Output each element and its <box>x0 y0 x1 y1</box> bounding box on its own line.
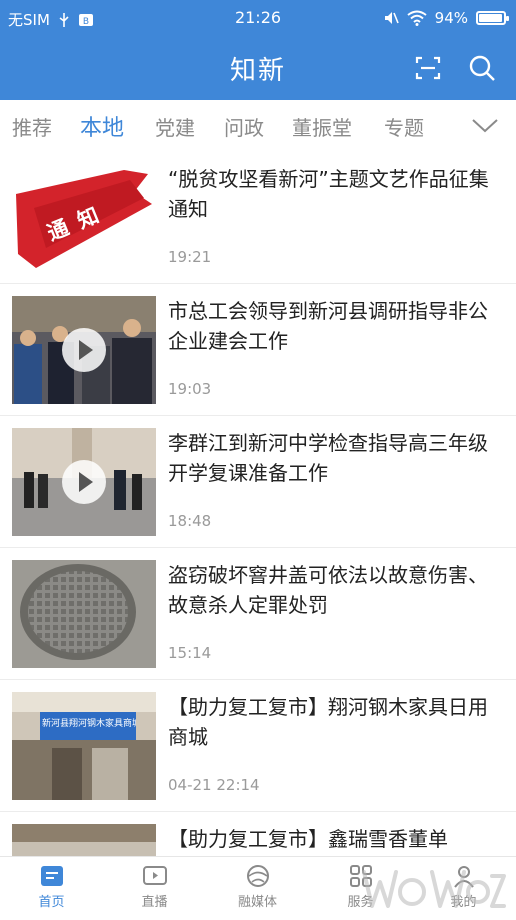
news-item[interactable]: 盗窃破坏窨井盖可依法以故意伤害、故意杀人定罪处罚 15:14 <box>0 548 516 680</box>
news-item[interactable]: 新河县翔河钢木家具商城 【助力复工复市】翔河钢木家具日用商城 04-21 22:… <box>0 680 516 812</box>
news-time: 15:14 <box>168 644 212 662</box>
bottom-tab-media[interactable]: 融媒体 <box>206 857 309 920</box>
news-title: 李群江到新河中学检查指导高三年级开学复课准备工作 <box>168 431 488 485</box>
play-icon <box>62 328 106 372</box>
news-title: 市总工会领导到新河县调研指导非公企业建会工作 <box>168 299 488 353</box>
bottom-tab-home[interactable]: 首页 <box>0 857 103 920</box>
status-right: 94% <box>383 9 509 27</box>
bottom-tab-label: 直播 <box>141 895 168 910</box>
news-item[interactable]: 市总工会领导到新河县调研指导非公企业建会工作 19:03 <box>0 284 516 416</box>
news-item[interactable]: 李群江到新河中学检查指导高三年级开学复课准备工作 18:48 <box>0 416 516 548</box>
news-title: 【助力复工复市】翔河钢木家具日用商城 <box>168 695 488 749</box>
tab-topics[interactable]: 专题 <box>384 112 424 141</box>
news-title: 盗窃破坏窨井盖可依法以故意伤害、故意杀人定罪处罚 <box>168 563 488 617</box>
top-nav-bar: 知新 <box>0 36 516 100</box>
news-thumbnail: 通 知 <box>12 164 156 272</box>
battery-percent: 94% <box>434 9 468 27</box>
bottom-tab-label: 融媒体 <box>237 895 277 910</box>
bottom-tab-live[interactable]: 直播 <box>103 857 206 920</box>
live-icon <box>142 866 167 885</box>
home-icon <box>40 866 63 886</box>
news-title: 【助力复工复市】鑫瑞雪香董单 <box>168 827 448 851</box>
store-sign-text: 新河县翔河钢木家具商城 <box>42 719 136 729</box>
news-time: 19:21 <box>168 248 212 266</box>
search-icon[interactable] <box>468 54 496 82</box>
bottom-tab-label: 首页 <box>38 895 65 910</box>
tab-inquiry[interactable]: 问政 <box>224 112 264 141</box>
chevron-down-icon[interactable] <box>470 114 500 136</box>
news-thumbnail <box>12 428 156 536</box>
media-icon <box>246 865 269 887</box>
news-time: 19:03 <box>168 380 212 398</box>
battery-fill <box>479 14 502 22</box>
news-thumbnail <box>12 560 156 668</box>
news-thumbnail: 新河县翔河钢木家具商城 <box>12 692 156 800</box>
tab-dong-zhentang[interactable]: 董振堂 <box>292 112 352 141</box>
status-bar: 无SIM B 21:26 94% <box>0 0 516 36</box>
news-time: 18:48 <box>168 512 212 530</box>
scan-icon[interactable] <box>414 54 442 82</box>
battery-icon <box>476 11 509 25</box>
news-thumbnail <box>12 296 156 404</box>
tab-party-building[interactable]: 党建 <box>155 112 195 141</box>
watermark-logo <box>362 870 506 908</box>
news-item[interactable]: 通 知 “脱贫攻坚看新河”主题文艺作品征集通知 19:21 <box>0 152 516 284</box>
wifi-icon <box>407 10 427 26</box>
mute-icon <box>384 12 399 24</box>
play-icon <box>62 460 106 504</box>
news-title: “脱贫攻坚看新河”主题文艺作品征集通知 <box>168 167 489 221</box>
tab-local[interactable]: 本地 <box>80 110 124 142</box>
category-tabs: 推荐 本地 党建 问政 董振堂 专题 <box>0 100 516 152</box>
tab-recommend[interactable]: 推荐 <box>12 112 52 141</box>
news-time: 04-21 22:14 <box>168 776 260 794</box>
